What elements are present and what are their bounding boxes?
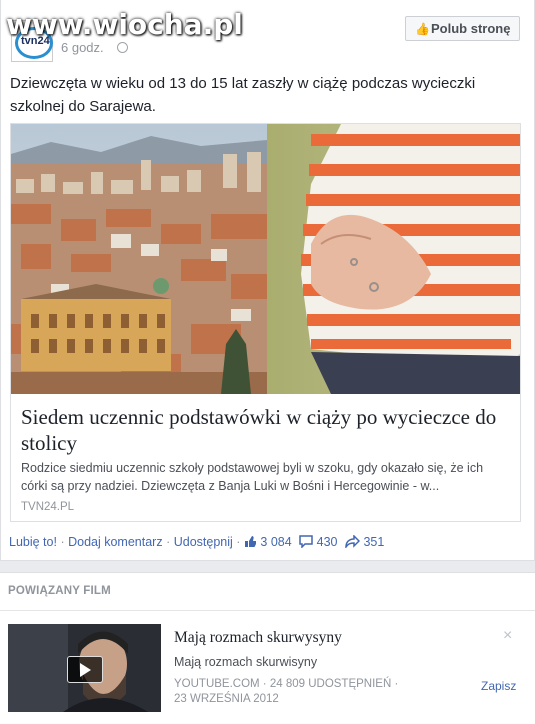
post-timestamp[interactable]: 6 godz. [61,40,104,55]
feed-post: tvn24 6 godz. 👍 Polub stronę Dziewczęta … [0,0,535,561]
link-preview-card[interactable]: Siedem uczennic podstawówki w ciąży po w… [10,123,521,522]
speech-bubble-icon [299,535,313,551]
thumb-up-icon: 👍 [415,22,430,36]
link-source: TVN24.PL [21,501,75,513]
separator: · [60,535,69,549]
related-video-subtitle: Mają rozmach skurwisyny [174,655,318,669]
video-thumbnail[interactable] [8,624,161,712]
separator: · [166,535,174,549]
link-preview-image[interactable] [11,124,520,394]
like-page-button[interactable]: 👍 Polub stronę [405,16,520,41]
related-video-title[interactable]: Mają rozmach skurwysyny [174,629,342,647]
save-link[interactable]: Zapisz [481,679,516,693]
share-count[interactable]: 351 [363,535,384,549]
like-link[interactable]: Lubię to! [9,535,57,549]
link-description: Rodzice siedmiu uczennic szkoły podstawo… [21,461,484,493]
thumb-up-icon [244,535,257,551]
comment-count[interactable]: 430 [317,535,338,549]
related-video-panel: POWIĄZANY FILM Mają rozmach skurwysyny M… [0,572,535,724]
globe-icon [117,42,128,53]
post-actions: Lubię to! · Dodaj komentarz · Udostępnij… [9,534,384,551]
comment-link[interactable]: Dodaj komentarz [68,535,163,549]
related-video-meta: YOUTUBE.COM · 24 809 UDOSTĘPNIEŃ · 23 WR… [174,678,399,705]
link-title[interactable]: Siedem uczennic podstawówki w ciąży po w… [21,404,511,456]
post-status-text: Dziewczęta w wieku od 13 do 15 lat zaszł… [10,75,476,115]
like-count[interactable]: 3 084 [260,535,291,549]
share-link[interactable]: Udostępnij [174,535,233,549]
divider [0,610,535,611]
preview-image-svg [11,124,520,394]
close-icon[interactable]: × [503,627,512,645]
separator: · [236,535,244,549]
like-page-label: Polub stronę [431,21,511,36]
share-arrow-icon [345,534,361,551]
watermark: www.wiocha.pl [6,8,243,41]
play-icon[interactable] [67,656,103,683]
related-heading: POWIĄZANY FILM [8,585,111,597]
